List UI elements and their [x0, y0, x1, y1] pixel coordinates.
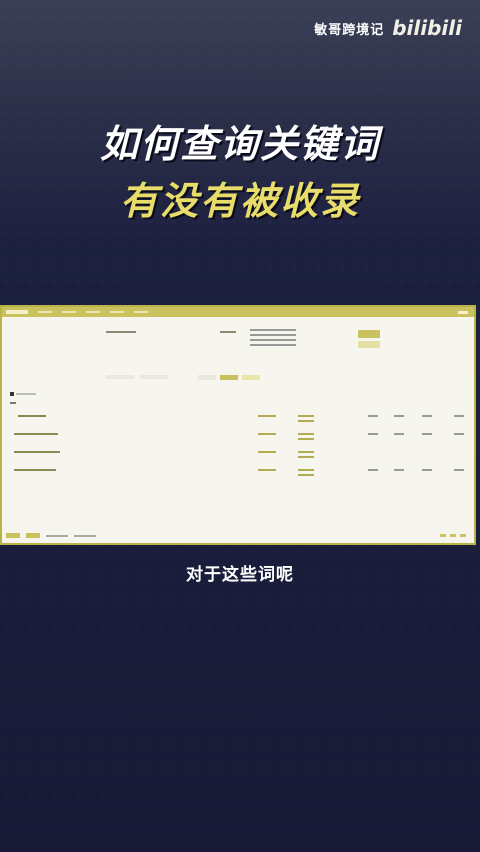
screenshot-top-nav [2, 307, 474, 317]
channel-name: 敏哥跨境记 [314, 22, 385, 38]
user-menu [458, 310, 468, 314]
select-all-label [16, 393, 36, 395]
screenshot-footer [6, 533, 96, 538]
nav-item [110, 311, 124, 313]
table-row [2, 451, 474, 467]
query-button [358, 330, 380, 338]
app-logo [6, 310, 28, 314]
keyword-input-area [250, 329, 296, 349]
form-label [106, 331, 136, 333]
video-caption: 对于这些词呢 [186, 565, 294, 585]
form-label [220, 331, 236, 333]
filter-tabs [106, 375, 168, 379]
channel-branding: 敏哥跨境记 bilibili [314, 18, 462, 38]
table-row [2, 433, 474, 449]
nav-item [62, 311, 76, 313]
embedded-screenshot [0, 305, 476, 545]
pagination [440, 534, 466, 537]
nav-item [134, 311, 148, 313]
table-row [2, 469, 474, 485]
nav-item [86, 311, 100, 313]
table-header [10, 402, 16, 404]
result-tabs [198, 375, 260, 380]
headline-line-1: 如何查询关键词 [99, 122, 380, 166]
headline-line-2: 有没有被收录 [119, 179, 360, 223]
nav-item [38, 311, 52, 313]
reset-button [358, 341, 380, 348]
select-all-checkbox [10, 392, 14, 396]
bilibili-logo: bilibili [392, 16, 462, 40]
table-row [2, 415, 474, 431]
